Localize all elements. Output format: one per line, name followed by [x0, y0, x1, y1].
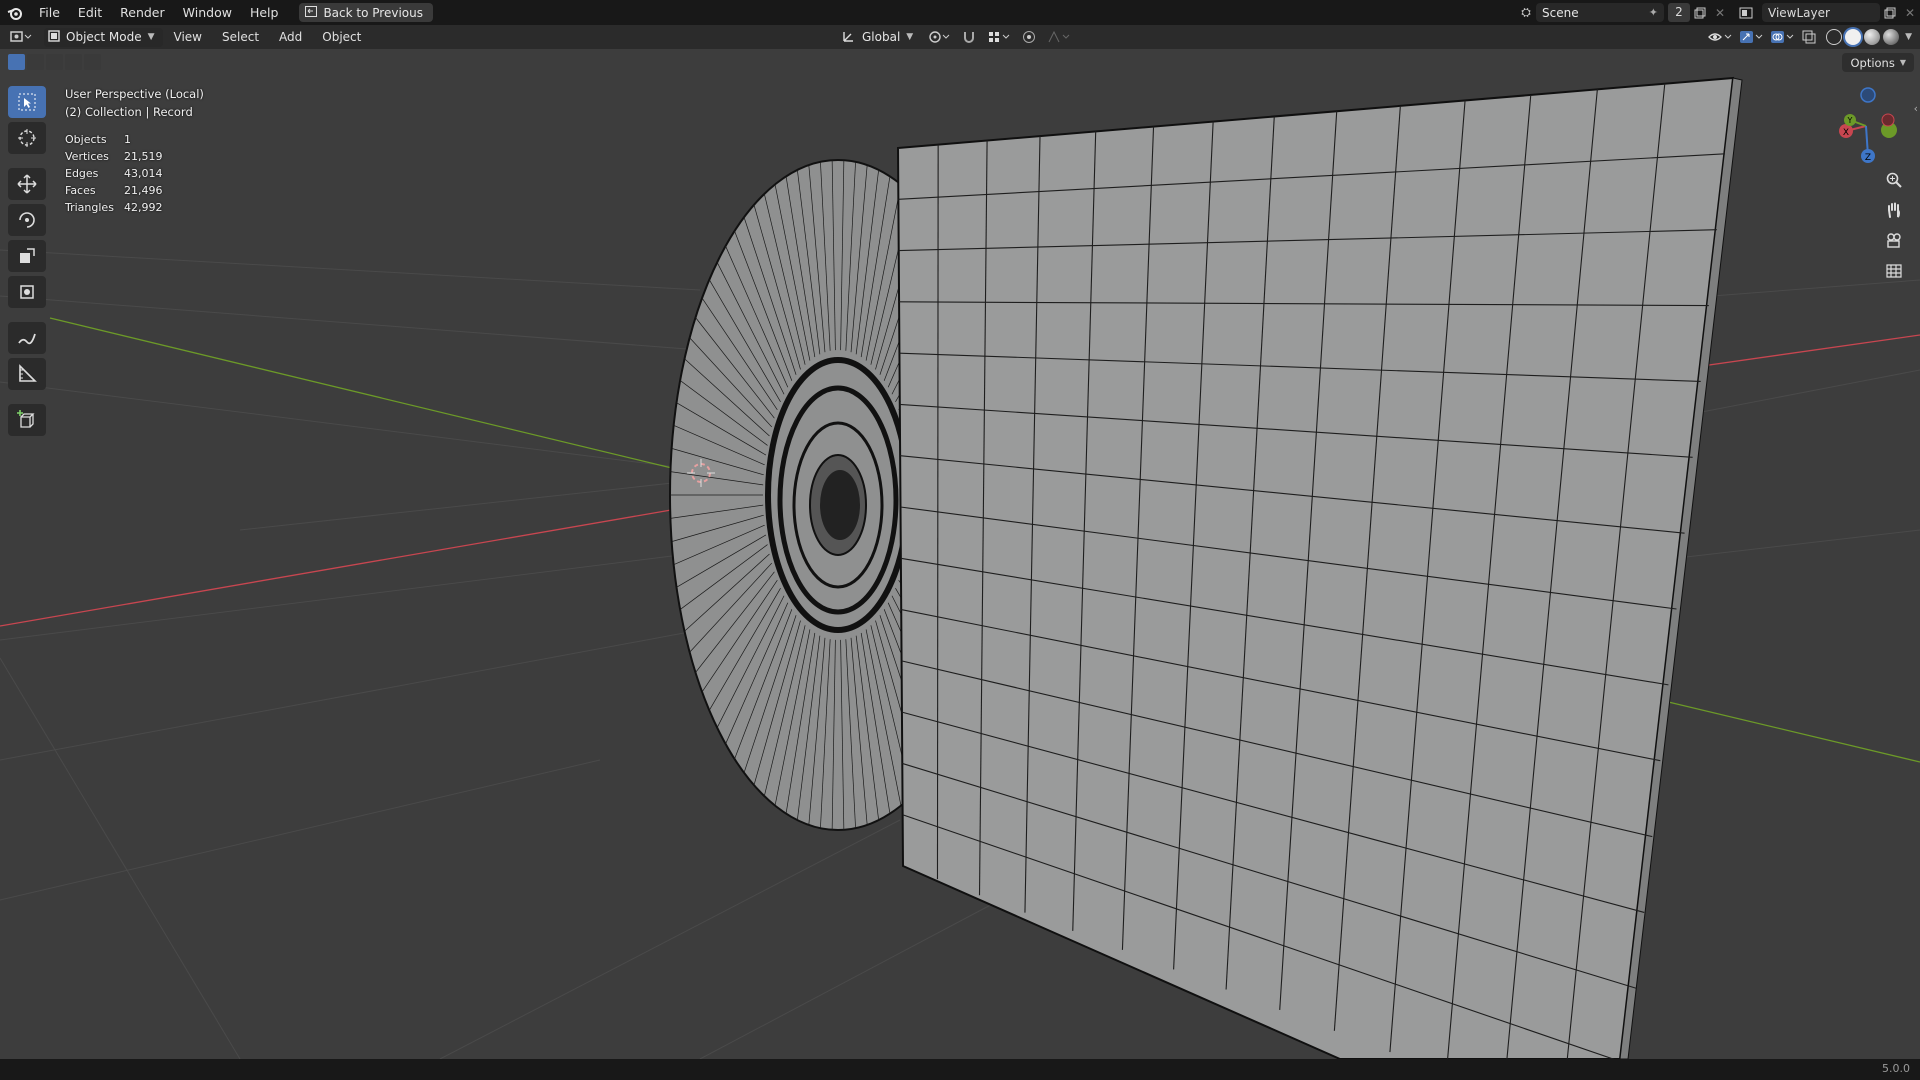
chevron-down-icon[interactable]: ▼ [1905, 32, 1912, 42]
delete-view-layer-icon[interactable]: ✕ [1900, 3, 1920, 22]
pin-icon[interactable]: ✦ [1649, 6, 1658, 19]
scene-name-field[interactable]: Scene ✦ [1536, 3, 1664, 22]
menu-help[interactable]: Help [241, 0, 288, 25]
tool-shelf [8, 86, 46, 436]
options-dropdown[interactable]: Options ▼ [1842, 53, 1914, 72]
stat-row-vertices: Vertices 21,519 [65, 150, 163, 163]
new-scene-icon[interactable] [1690, 3, 1710, 22]
stat-row-edges: Edges 43,014 [65, 167, 163, 180]
select-box-icon[interactable] [8, 86, 46, 118]
x-axis-letter: X [1843, 128, 1849, 138]
menu-edit[interactable]: Edit [69, 0, 111, 25]
object-mode-dropdown[interactable]: Object Mode ▼ [44, 27, 163, 47]
scene-statistics: Objects 1 Vertices 21,519 Edges 43,014 Face… [65, 131, 163, 216]
measure-icon[interactable] [8, 358, 46, 390]
pan-hand-icon[interactable] [1881, 198, 1907, 222]
move-icon[interactable] [8, 168, 46, 200]
menu-view[interactable]: View [165, 30, 211, 44]
orientation-icon [842, 29, 856, 46]
gizmo-toggle-icon[interactable] [1737, 28, 1765, 47]
chevron-down-icon: ▼ [906, 32, 914, 42]
scale-icon[interactable] [8, 240, 46, 272]
view-layer-field[interactable]: ViewLayer [1762, 3, 1880, 22]
scene-controls: ⛭ Scene ✦ 2 ✕ ViewLayer ✕ [1516, 0, 1920, 25]
menu-add[interactable]: Add [270, 30, 311, 44]
object-mode-label: Object Mode [66, 30, 142, 44]
annotate-icon[interactable] [8, 322, 46, 354]
neg-z-axis-handle [1860, 87, 1876, 103]
select-invert-icon[interactable] [65, 54, 82, 70]
editor-type-icon[interactable] [6, 28, 36, 47]
menu-object[interactable]: Object [313, 30, 370, 44]
xray-toggle-icon[interactable] [1799, 28, 1819, 47]
select-intersect-icon[interactable] [84, 54, 101, 70]
select-subtract-icon[interactable] [46, 54, 63, 70]
y-axis-letter: Y [1847, 116, 1853, 125]
chevron-down-icon: ▼ [1899, 58, 1906, 67]
wireframe-shading-icon[interactable] [1826, 29, 1843, 45]
navigation-gizmo[interactable]: X Y Z [1826, 86, 1906, 166]
chevron-down-icon: ▼ [147, 32, 155, 42]
view-layer-icon[interactable] [1736, 3, 1756, 22]
viewport-header: Object Mode ▼ View Select Add Object Glo… [0, 25, 1920, 49]
sidebar-toggle-icon[interactable]: ‹ [1914, 102, 1918, 115]
cursor-icon[interactable] [8, 122, 46, 154]
viewport-info: User Perspective (Local) (2) Collection … [65, 85, 204, 121]
object-mode-icon [48, 29, 60, 45]
menu-file[interactable]: File [30, 0, 69, 25]
back-icon [305, 5, 318, 20]
solid-shading-icon[interactable] [1845, 29, 1862, 45]
proportional-edit-icon[interactable] [1019, 28, 1039, 47]
delete-scene-icon[interactable]: ✕ [1710, 3, 1730, 22]
visibility-eye-icon[interactable] [1706, 28, 1734, 47]
select-new-icon[interactable] [8, 54, 25, 70]
stat-row-objects: Objects 1 [65, 133, 131, 146]
top-menu-bar: File Edit Render Window Help Back to Pre… [0, 0, 1920, 25]
perspective-label: User Perspective (Local) [65, 87, 204, 101]
select-extend-icon[interactable] [27, 54, 44, 70]
3d-viewport[interactable] [0, 49, 1920, 1059]
menu-render[interactable]: Render [111, 0, 174, 25]
stat-row-triangles: Triangles 42,992 [65, 201, 163, 214]
scene-users-count[interactable]: 2 [1668, 3, 1690, 22]
neg-x-axis-handle [1881, 113, 1895, 127]
snap-target-icon[interactable] [985, 28, 1013, 47]
scene-selector-icon[interactable]: ⛭ [1516, 3, 1536, 22]
pivot-point-icon[interactable] [925, 28, 953, 47]
grid-view-icon[interactable] [1881, 258, 1907, 282]
back-to-previous-button[interactable]: Back to Previous [299, 3, 433, 22]
material-shading-icon[interactable] [1864, 29, 1881, 45]
overlays-toggle-icon[interactable] [1768, 28, 1796, 47]
zoom-icon[interactable] [1881, 168, 1907, 192]
snap-toggle-icon[interactable] [959, 28, 979, 47]
navigation-tools [1881, 168, 1907, 282]
back-button-label: Back to Previous [323, 5, 423, 20]
y-axis-line-right [1659, 699, 1920, 763]
scene-name: Scene [1542, 5, 1579, 20]
stat-row-faces: Faces 21,496 [65, 184, 163, 197]
blender-logo-icon[interactable] [0, 0, 30, 25]
record-sleeve [896, 76, 1743, 1059]
z-axis-letter: Z [1865, 153, 1871, 163]
selection-mode-buttons [8, 54, 101, 70]
menu-window[interactable]: Window [174, 0, 241, 25]
rendered-shading-icon[interactable] [1883, 29, 1900, 45]
options-label: Options [1850, 55, 1895, 70]
menu-select[interactable]: Select [213, 30, 268, 44]
transform-icon[interactable] [8, 276, 46, 308]
view-layer-name: ViewLayer [1768, 5, 1830, 20]
transform-orientation-dropdown[interactable]: Global ▼ [836, 28, 919, 47]
add-cube-icon[interactable] [8, 404, 46, 436]
version-label: 5.0.0 [1882, 1062, 1910, 1075]
rotate-icon[interactable] [8, 204, 46, 236]
status-bar: 5.0.0 [0, 1059, 1920, 1080]
new-view-layer-icon[interactable] [1880, 3, 1900, 22]
camera-icon[interactable] [1881, 228, 1907, 252]
collection-label: (2) Collection | Record [65, 105, 193, 119]
orientation-label: Global [862, 30, 901, 44]
falloff-icon[interactable] [1045, 28, 1073, 47]
